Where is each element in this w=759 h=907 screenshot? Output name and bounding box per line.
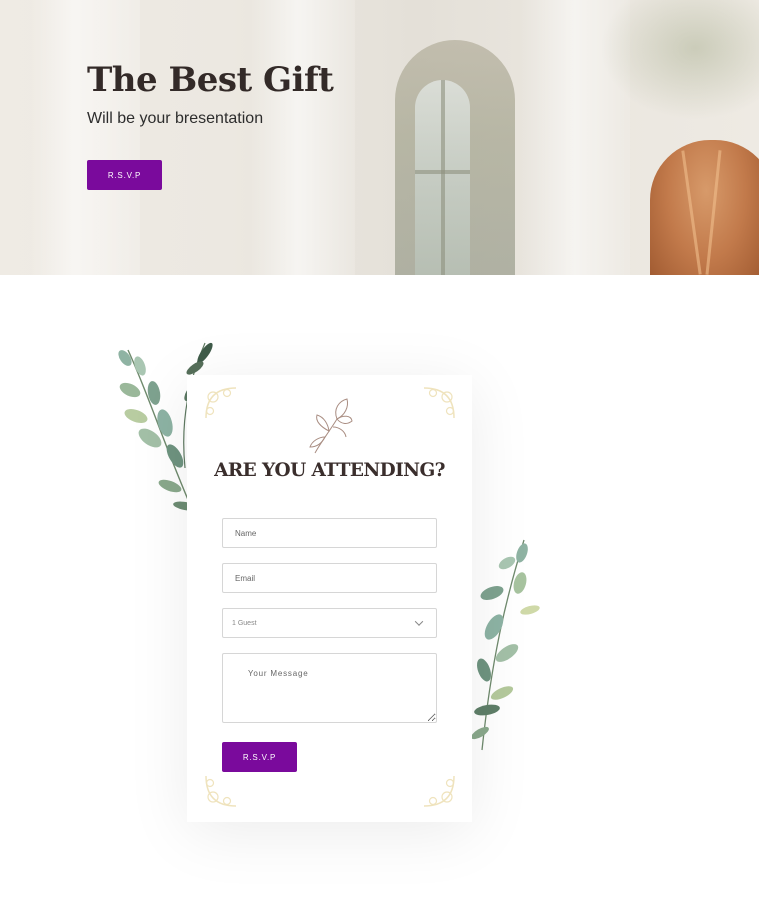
hero-background-pillar: [250, 0, 355, 275]
chevron-down-icon: [414, 617, 424, 626]
floral-corner-ornament: [423, 387, 455, 419]
hero-background-foliage: [600, 0, 759, 120]
guest-count-value: 1 Guest: [232, 619, 257, 627]
hero-background-pillar: [30, 0, 140, 275]
floral-corner-ornament: [205, 775, 237, 807]
message-textarea[interactable]: [222, 653, 437, 723]
hero-title: The Best Gift: [87, 60, 334, 100]
hero-subtitle: Will be your bresentation: [87, 110, 264, 127]
hero-rsvp-button[interactable]: R.S.V.P: [87, 160, 162, 190]
rsvp-card: ARE YOU ATTENDING? 1 Guest R.S.V.P: [187, 375, 472, 822]
hero-banner: The Best Gift Will be your bresentation …: [0, 0, 759, 275]
hero-background-window-transom: [415, 170, 470, 174]
floral-corner-ornament: [423, 775, 455, 807]
email-input[interactable]: [222, 563, 437, 593]
flower-sketch-icon: [309, 398, 353, 454]
eucalyptus-branch-right-decoration: [471, 539, 540, 751]
floral-corner-ornament: [205, 387, 237, 419]
guest-count-select[interactable]: 1 Guest: [222, 608, 437, 638]
name-input[interactable]: [222, 518, 437, 548]
rsvp-submit-button[interactable]: R.S.V.P: [222, 742, 297, 772]
hero-background-bride-hair: [650, 140, 759, 275]
hero-background-window-mullion: [441, 80, 445, 275]
rsvp-form-title: ARE YOU ATTENDING?: [214, 460, 445, 481]
